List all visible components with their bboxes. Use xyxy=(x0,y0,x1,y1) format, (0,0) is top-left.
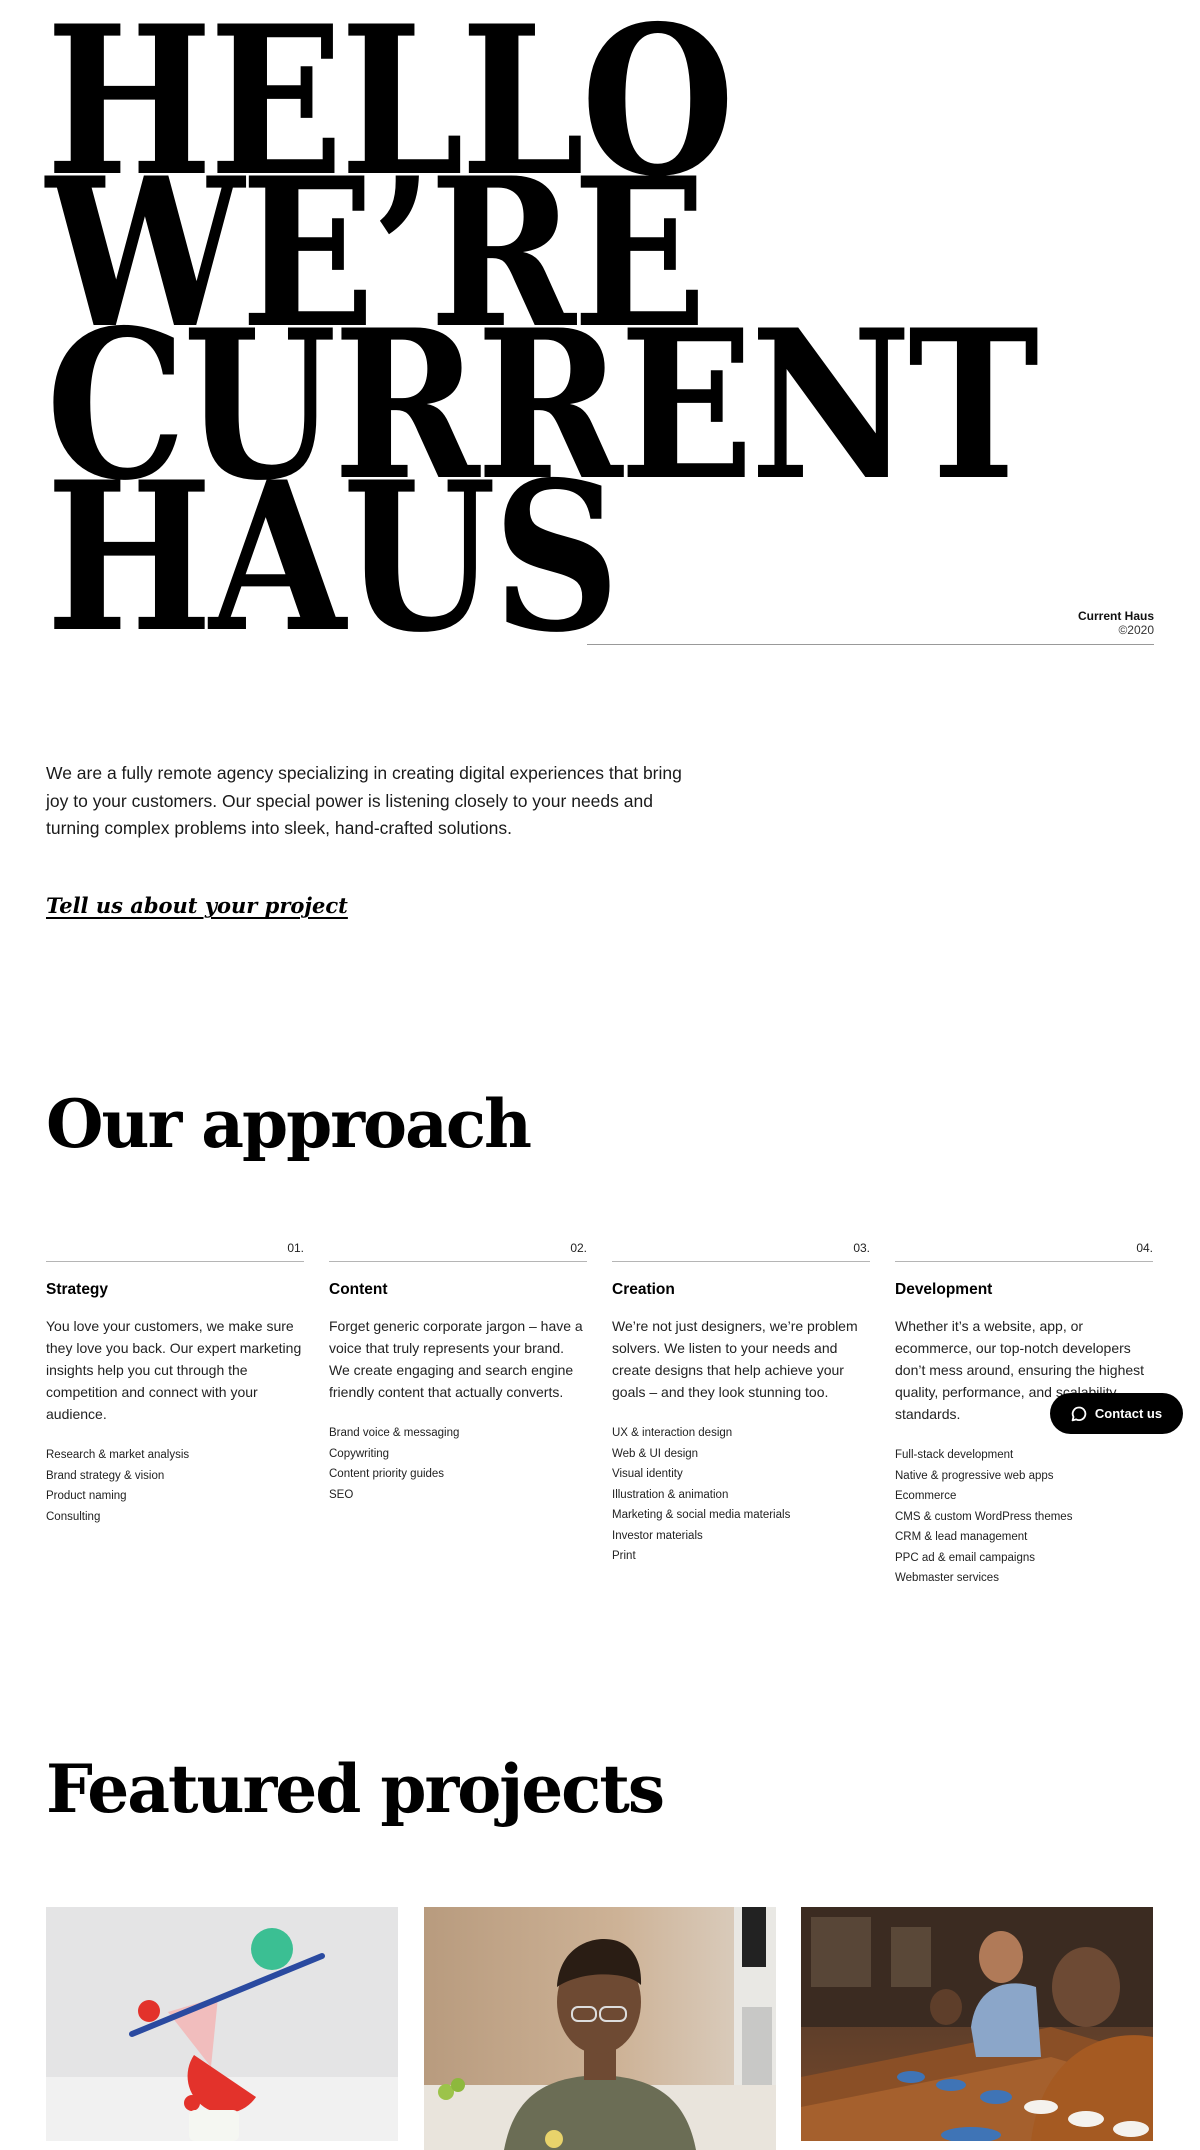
service-list: Research & market analysis Brand strateg… xyxy=(46,1445,304,1527)
approach-title: Our approach xyxy=(46,1085,532,1163)
contact-us-label: Contact us xyxy=(1094,1406,1163,1421)
featured-title: Featured projects xyxy=(46,1750,665,1828)
column-divider xyxy=(895,1261,1153,1262)
service-item: Marketing & social media materials xyxy=(612,1509,791,1521)
column-description: We’re not just designers, we’re problem … xyxy=(612,1318,858,1400)
service-item: Investor materials xyxy=(612,1529,703,1542)
service-item: Copywriting xyxy=(329,1447,390,1460)
service-item: Research & market analysis xyxy=(46,1449,190,1461)
project-card-coffee-tasting[interactable] xyxy=(801,1907,1153,2141)
balance-sculpture-image xyxy=(46,1907,398,2141)
service-item: Product naming xyxy=(46,1490,127,1502)
project-card-person-cooking[interactable] xyxy=(424,1907,776,2150)
column-divider xyxy=(612,1261,870,1262)
service-item: Brand strategy & vision xyxy=(46,1469,165,1482)
approach-column-content: 02. Content Forget generic corporate jar… xyxy=(329,1238,587,1505)
hero-divider xyxy=(587,644,1154,645)
service-item: PPC ad & email campaigns xyxy=(895,1551,1035,1564)
column-divider xyxy=(329,1261,587,1262)
contact-us-button[interactable]: Contact us xyxy=(1050,1393,1183,1434)
hero-credit: Current Haus ©2020 xyxy=(1078,609,1154,637)
service-item: Visual identity xyxy=(612,1468,683,1480)
service-item: Print xyxy=(612,1550,636,1562)
column-number: 01. xyxy=(287,1241,304,1255)
project-card-balance-sculpture[interactable] xyxy=(46,1907,398,2141)
service-item: CMS & custom WordPress themes xyxy=(895,1510,1073,1523)
column-title: Content xyxy=(329,1281,388,1298)
chat-bubble-icon xyxy=(1071,1406,1087,1422)
service-item: Web & UI design xyxy=(612,1447,699,1460)
service-item: Ecommerce xyxy=(895,1490,957,1502)
service-item: SEO xyxy=(329,1488,354,1501)
service-item: Consulting xyxy=(46,1510,101,1523)
project-inquiry-link[interactable]: Tell us about your project xyxy=(46,893,348,918)
service-item: Full-stack development xyxy=(895,1449,1014,1461)
column-number: 04. xyxy=(1136,1241,1153,1255)
service-item: UX & interaction design xyxy=(612,1427,733,1439)
approach-column-strategy: 01. Strategy You love your customers, we… xyxy=(46,1238,304,1527)
hero-line-4: HAUS xyxy=(46,438,620,678)
credit-name: Current Haus xyxy=(1077,609,1154,623)
approach-column-creation: 03. Creation We’re not just designers, w… xyxy=(612,1238,870,1567)
service-item: Content priority guides xyxy=(329,1468,445,1480)
coffee-tasting-image xyxy=(801,1907,1153,2141)
column-title: Development xyxy=(895,1281,993,1298)
person-cooking-image xyxy=(424,1907,776,2150)
service-item: Webmaster services xyxy=(895,1572,999,1584)
hero-heading: HELLO WE’RE CURRENT HAUS xyxy=(46,0,1154,678)
column-number: 02. xyxy=(570,1241,587,1255)
column-divider xyxy=(46,1261,304,1262)
service-item: Brand voice & messaging xyxy=(329,1427,460,1439)
service-list: UX & interaction design Web & UI design … xyxy=(612,1423,870,1567)
service-list: Full-stack development Native & progress… xyxy=(895,1445,1153,1589)
column-title: Creation xyxy=(612,1281,675,1298)
credit-year: ©2020 xyxy=(1118,623,1154,637)
column-description: Forget generic corporate jargon – have a… xyxy=(329,1318,583,1400)
column-description: You love your customers, we make sure th… xyxy=(46,1318,302,1422)
service-item: Illustration & animation xyxy=(612,1488,729,1501)
service-item: CRM & lead management xyxy=(895,1531,1028,1543)
intro-text: We are a fully remote agency specializin… xyxy=(46,763,682,838)
column-title: Strategy xyxy=(46,1281,109,1298)
service-item: Native & progressive web apps xyxy=(895,1469,1054,1482)
service-list: Brand voice & messaging Copywriting Cont… xyxy=(329,1423,587,1505)
column-number: 03. xyxy=(853,1241,870,1255)
